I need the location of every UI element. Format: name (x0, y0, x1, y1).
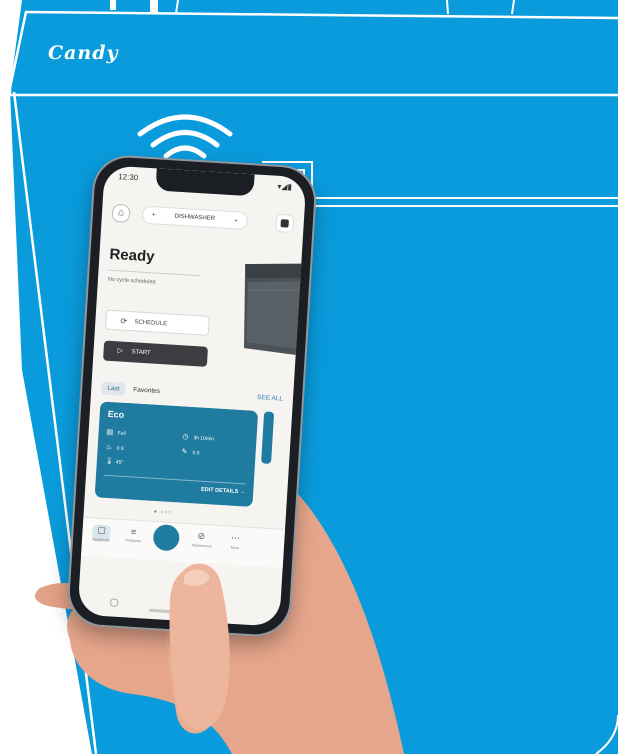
edit-details-link[interactable]: EDIT DETAILS → (201, 487, 246, 496)
status-title: Ready (108, 245, 155, 266)
back-icon[interactable] (110, 598, 119, 607)
phone-notch (155, 168, 255, 197)
camera-icon[interactable] (275, 213, 295, 233)
program-card[interactable]: Eco ▤ Full ◷ 3h 10min ♨ 0.9 ✎ 0.9 🌡 45° EDIT … (94, 401, 259, 507)
side-text-fragment: n (0, 452, 8, 468)
device-label: DISHWASHER (174, 213, 216, 223)
play-icon: ▷ (117, 347, 124, 355)
center-action-button[interactable] (152, 523, 181, 552)
clock-icon: ◷ (182, 433, 189, 441)
schedule-icon: ⟳ (120, 316, 128, 326)
start-button[interactable]: ▷ START (103, 340, 209, 367)
chevron-down-icon: ⌄ (232, 216, 240, 224)
home-indicator[interactable] (148, 608, 209, 616)
tab-favorites[interactable]: Favorites (133, 386, 160, 395)
spec-water: ♨ 0.9 (105, 443, 124, 452)
list-icon: ≡ (130, 526, 137, 537)
tab-last[interactable]: Last (100, 381, 126, 396)
divider (108, 269, 201, 277)
appliance-icon: ▢ (97, 524, 107, 535)
nav-programs[interactable]: ≡ Programs (124, 526, 143, 544)
schedule-button[interactable]: ⟳ SCHEDULE (104, 309, 210, 336)
device-selector[interactable]: + DISHWASHER ⌄ (141, 205, 249, 231)
smartphone: 12:30 ▾◢▮ ⌂ + DISHWASHER ⌄ Ready No cycl… (67, 155, 317, 637)
spec-energy: ✎ 0.9 (181, 448, 200, 457)
thermometer-icon: 🌡 (104, 457, 114, 466)
side-text-fragment: n (0, 628, 8, 644)
start-label: START (131, 349, 151, 357)
block-icon: ⊘ (197, 530, 206, 542)
add-icon: + (151, 212, 156, 219)
nav-maintenance[interactable]: ⊘ Maintenance (192, 530, 212, 549)
program-title: Eco (107, 408, 125, 420)
status-subtitle: No cycle scheduled (107, 276, 156, 286)
app-screen: 12:30 ▾◢▮ ⌂ + DISHWASHER ⌄ Ready No cycl… (77, 165, 307, 627)
status-time: 12:30 (117, 172, 139, 183)
bottom-nav: ▢ Appliances ≡ Programs ⊘ Maintenance ⋯ … (81, 516, 286, 568)
dishwasher-image (244, 263, 306, 356)
product-illustration: Candy n n 12:30 ▾◢▮ ⌂ + DISHWASHER ⌄ Rea… (0, 0, 618, 754)
spec-load: ▤ Full (106, 428, 126, 438)
status-icons: ▾◢▮ (277, 181, 293, 192)
see-all-link[interactable]: SEE ALL (257, 394, 283, 403)
candy-logo: Candy (48, 42, 119, 64)
card-divider (103, 474, 246, 485)
load-icon: ▤ (106, 428, 114, 437)
water-icon: ♨ (105, 443, 113, 452)
spec-temperature: 🌡 45° (104, 457, 124, 466)
nav-more[interactable]: ⋯ More (226, 532, 245, 550)
next-program-card[interactable] (261, 411, 275, 464)
nav-appliances[interactable]: ▢ Appliances (91, 524, 111, 543)
schedule-label: SCHEDULE (134, 319, 168, 328)
carousel-pager: ● ○○○ (153, 508, 173, 517)
more-icon: ⋯ (230, 532, 241, 544)
spec-duration: ◷ 3h 10min (182, 433, 215, 443)
home-icon[interactable]: ⌂ (111, 203, 131, 223)
energy-icon: ✎ (181, 448, 188, 456)
